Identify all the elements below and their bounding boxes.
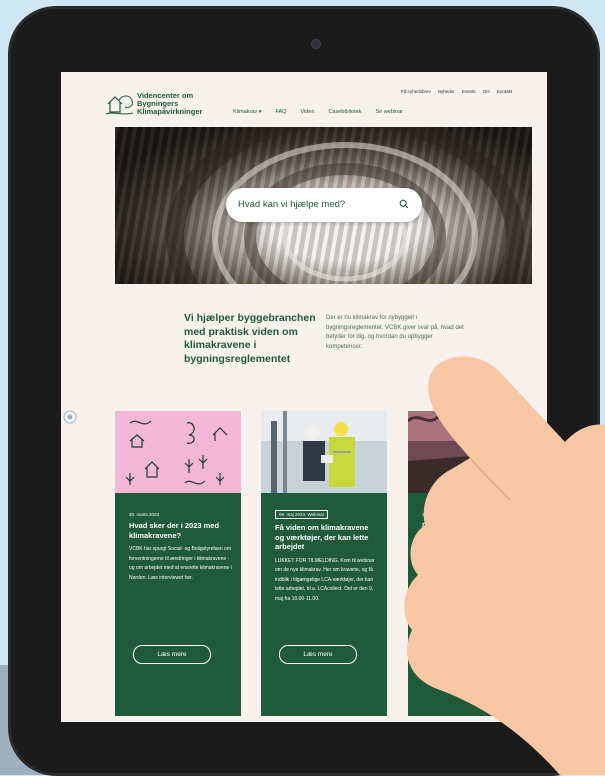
- website-screen: Videncenter om Bygningers Klimapåvirknin…: [61, 72, 547, 722]
- nav-item-climate-requirements[interactable]: Klimakrav ▾: [233, 109, 261, 115]
- nav-item-faq[interactable]: FAQ: [275, 109, 286, 115]
- search-box[interactable]: Hvad kan vi hjælpe med?: [226, 188, 422, 222]
- news-card[interactable]: 30. marts 2023 Hvad sker der i 2023 med …: [115, 411, 241, 716]
- news-card[interactable]: 31. marts 2023 Deltag i VCBK København V…: [408, 411, 534, 716]
- nav-item-knowledge[interactable]: Viden: [300, 109, 314, 115]
- top-link-newsletter[interactable]: Få nyhedsbrev: [401, 89, 431, 94]
- nav-item-webinar[interactable]: Se webinar: [375, 109, 403, 115]
- top-link-events[interactable]: Events: [462, 89, 476, 94]
- nav-item-case-library[interactable]: Casebibliotek: [328, 109, 361, 115]
- card-date: 09. maj 2023, Webinar: [275, 510, 329, 519]
- card-text: Få en i bygg en ba hv: [422, 546, 471, 552]
- camera-icon: [311, 39, 321, 49]
- card-title: Hvad sker der i 2023 med klimakravene?: [129, 521, 220, 540]
- card-date: 31. marts 2023: [422, 512, 453, 517]
- search-icon[interactable]: [399, 199, 409, 209]
- intro-text: Der er nu klimakrav for nybyggeri i bygn…: [326, 315, 464, 350]
- read-more-button[interactable]: Læs mere: [133, 645, 211, 664]
- site-logo[interactable]: Videncenter om Bygningers Klimapåvirknin…: [105, 92, 215, 120]
- search-placeholder: Hvad kan vi hjælpe med?: [238, 199, 346, 210]
- card-photo-workers: [261, 411, 387, 493]
- news-card[interactable]: 09. maj 2023, Webinar Få viden om klimak…: [261, 411, 387, 716]
- card-illustration: [115, 411, 241, 493]
- top-link-contact[interactable]: Kontakt: [497, 89, 512, 94]
- top-link-news[interactable]: Nyheder: [438, 89, 455, 94]
- tablet-frame: Videncenter om Bygningers Klimapåvirknin…: [8, 6, 600, 776]
- card-text: LUKKET FOR TILMELDING. Kom til webinar o…: [275, 557, 375, 602]
- accessibility-icon[interactable]: [63, 410, 77, 424]
- main-nav: Klimakrav ▾ FAQ Viden Casebibliotek Se w…: [233, 109, 403, 115]
- top-link-about[interactable]: Om: [483, 89, 490, 94]
- read-more-button[interactable]: Læs mere: [426, 645, 504, 664]
- card-text: VCBK har spurgt Social- og Boligstyrelse…: [129, 546, 232, 581]
- card-title: Få viden om klimakravene og værktøjer, d…: [275, 523, 369, 551]
- logo-text: Videncenter om Bygningers Klimapåvirknin…: [137, 91, 203, 116]
- house-logo-icon: [105, 95, 134, 115]
- read-more-button[interactable]: Læs mere: [279, 645, 357, 664]
- intro-heading: Vi hjælper byggebranchen med praktisk vi…: [184, 312, 316, 365]
- card-date: 30. marts 2023: [129, 512, 160, 517]
- card-title: Deltag i VCBK København Vojens: [422, 521, 516, 540]
- hero-image: Hvad kan vi hjælpe med?: [115, 127, 532, 284]
- top-links: Få nyhedsbrev Nyheder Events Om Kontakt: [401, 89, 512, 94]
- card-photo-bridge: [408, 411, 534, 493]
